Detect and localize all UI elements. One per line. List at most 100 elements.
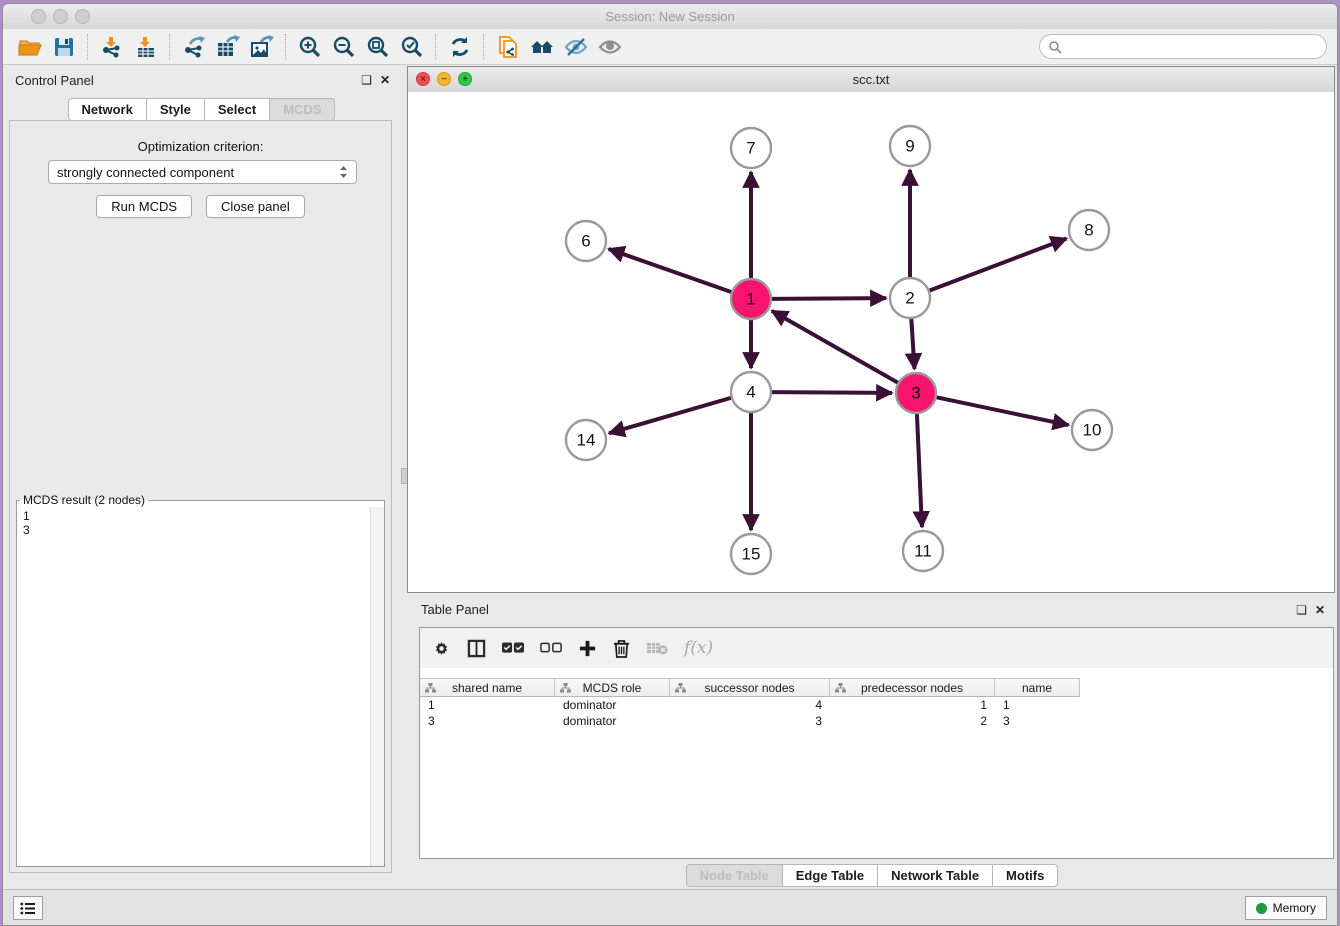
panel-splitter[interactable] (400, 65, 407, 890)
table-header-row: shared name MCDS role successor nodes pr… (420, 678, 1080, 697)
cell-mcds-role[interactable]: dominator (555, 713, 670, 729)
column-label: shared name (452, 681, 522, 695)
column-header-successor-nodes[interactable]: successor nodes (670, 678, 830, 697)
function-builder-icon: f(x) (684, 638, 713, 658)
graph-edge[interactable] (911, 319, 914, 369)
split-columns-icon[interactable] (467, 639, 486, 658)
select-spinner-icon (339, 165, 348, 179)
cell-name[interactable]: 1 (995, 697, 1080, 713)
result-scrollbar[interactable] (370, 507, 384, 866)
close-table-panel-icon[interactable]: ✕ (1315, 603, 1325, 617)
graph-edge[interactable] (772, 298, 886, 299)
run-mcds-button[interactable]: Run MCDS (96, 195, 192, 218)
tab-motifs[interactable]: Motifs (992, 864, 1058, 887)
cell-mcds-role[interactable]: dominator (555, 697, 670, 713)
select-all-columns-icon[interactable] (502, 642, 524, 654)
tab-select[interactable]: Select (204, 98, 270, 121)
graph-node-label: 1 (746, 290, 755, 309)
criterion-select[interactable]: strongly connected component (48, 160, 357, 184)
graph-node-label: 2 (905, 289, 914, 308)
mcds-result-text[interactable]: 1 3 (17, 507, 370, 866)
toolbar-separator (169, 34, 171, 60)
graph-node-label: 10 (1083, 421, 1102, 440)
delete-column-icon[interactable] (613, 639, 630, 658)
zoom-selected-icon[interactable] (395, 32, 429, 62)
mcds-result-box: MCDS result (2 nodes) 1 3 (16, 493, 385, 867)
table-body: 1 dominator 4 1 1 3 dominator 3 2 3 (420, 697, 1333, 729)
tab-network-table[interactable]: Network Table (877, 864, 993, 887)
graph-edge[interactable] (772, 311, 898, 383)
add-column-icon[interactable] (578, 639, 597, 658)
home-layout-icon[interactable] (525, 32, 559, 62)
clone-view-icon[interactable] (491, 32, 525, 62)
hide-selected-icon[interactable] (559, 32, 593, 62)
search-field[interactable] (1039, 34, 1327, 59)
float-table-panel-icon[interactable]: ❑ (1296, 603, 1307, 617)
export-table-icon[interactable] (211, 32, 245, 62)
cell-predecessor-nodes[interactable]: 1 (830, 697, 995, 713)
graph-edge[interactable] (930, 239, 1067, 291)
cell-successor-nodes[interactable]: 3 (670, 713, 830, 729)
zoom-fit-icon[interactable] (361, 32, 395, 62)
column-header-predecessor-nodes[interactable]: predecessor nodes (830, 678, 995, 697)
hierarchy-icon (425, 683, 436, 693)
show-panels-button[interactable] (13, 896, 43, 920)
tab-node-table[interactable]: Node Table (686, 864, 783, 887)
toolbar-separator (285, 34, 287, 60)
graph-node-label: 7 (746, 139, 755, 158)
network-view-window: × − + scc.txt 7968124314101511 (407, 66, 1335, 593)
control-panel-tabs: Network Style Select MCDS (68, 98, 336, 121)
tab-edge-table[interactable]: Edge Table (782, 864, 878, 887)
export-network-icon[interactable] (177, 32, 211, 62)
graph-edge[interactable] (917, 414, 922, 527)
memory-button[interactable]: Memory (1245, 896, 1327, 920)
deselect-all-columns-icon[interactable] (540, 642, 562, 654)
graph-node-label: 15 (742, 545, 761, 564)
cell-predecessor-nodes[interactable]: 2 (830, 713, 995, 729)
float-panel-icon[interactable]: ❑ (361, 74, 372, 86)
column-header-shared-name[interactable]: shared name (420, 678, 555, 697)
tab-network[interactable]: Network (68, 98, 147, 121)
close-panel-button[interactable]: Close panel (206, 195, 305, 218)
cell-name[interactable]: 3 (995, 713, 1080, 729)
mcds-result-title: MCDS result (2 nodes) (20, 493, 148, 507)
graph-node-label: 3 (911, 384, 920, 403)
desktop: Session: New Session (0, 0, 1340, 926)
search-icon (1048, 40, 1062, 54)
zoom-out-icon[interactable] (327, 32, 361, 62)
cell-shared-name[interactable]: 3 (420, 713, 555, 729)
close-panel-icon[interactable]: ✕ (380, 74, 390, 86)
import-network-icon[interactable] (95, 32, 129, 62)
tab-style[interactable]: Style (146, 98, 205, 121)
network-window-title: scc.txt (408, 67, 1334, 92)
hierarchy-icon (560, 683, 571, 693)
toolbar-separator (435, 34, 437, 60)
graph-edge[interactable] (609, 249, 732, 292)
control-panel: Control Panel ❑ ✕ Network Style Select M… (3, 65, 400, 890)
zoom-in-icon[interactable] (293, 32, 327, 62)
hierarchy-icon (835, 683, 846, 693)
toolbar-separator (87, 34, 89, 60)
criterion-value: strongly connected component (57, 165, 339, 180)
search-input[interactable] (1062, 39, 1318, 55)
table-row[interactable]: 3 dominator 3 2 3 (420, 713, 1333, 729)
table-settings-icon[interactable] (432, 639, 451, 658)
cell-shared-name[interactable]: 1 (420, 697, 555, 713)
refresh-layout-icon[interactable] (443, 32, 477, 62)
export-image-icon[interactable] (245, 32, 279, 62)
column-header-mcds-role[interactable]: MCDS role (555, 678, 670, 697)
tab-mcds[interactable]: MCDS (269, 98, 335, 121)
graph-edge[interactable] (772, 392, 892, 393)
show-all-icon[interactable] (593, 32, 627, 62)
open-session-icon[interactable] (13, 32, 47, 62)
graph-edge[interactable] (609, 398, 731, 433)
table-row[interactable]: 1 dominator 4 1 1 (420, 697, 1333, 713)
graph-edge[interactable] (937, 397, 1069, 425)
network-canvas[interactable]: 7968124314101511 (408, 92, 1334, 592)
table-panel: Table Panel ❑ ✕ f(x) shared name (407, 593, 1337, 890)
cell-successor-nodes[interactable]: 4 (670, 697, 830, 713)
save-session-icon[interactable] (47, 32, 81, 62)
graph-node-label: 4 (746, 383, 755, 402)
import-table-icon[interactable] (129, 32, 163, 62)
column-header-name[interactable]: name (995, 678, 1080, 697)
